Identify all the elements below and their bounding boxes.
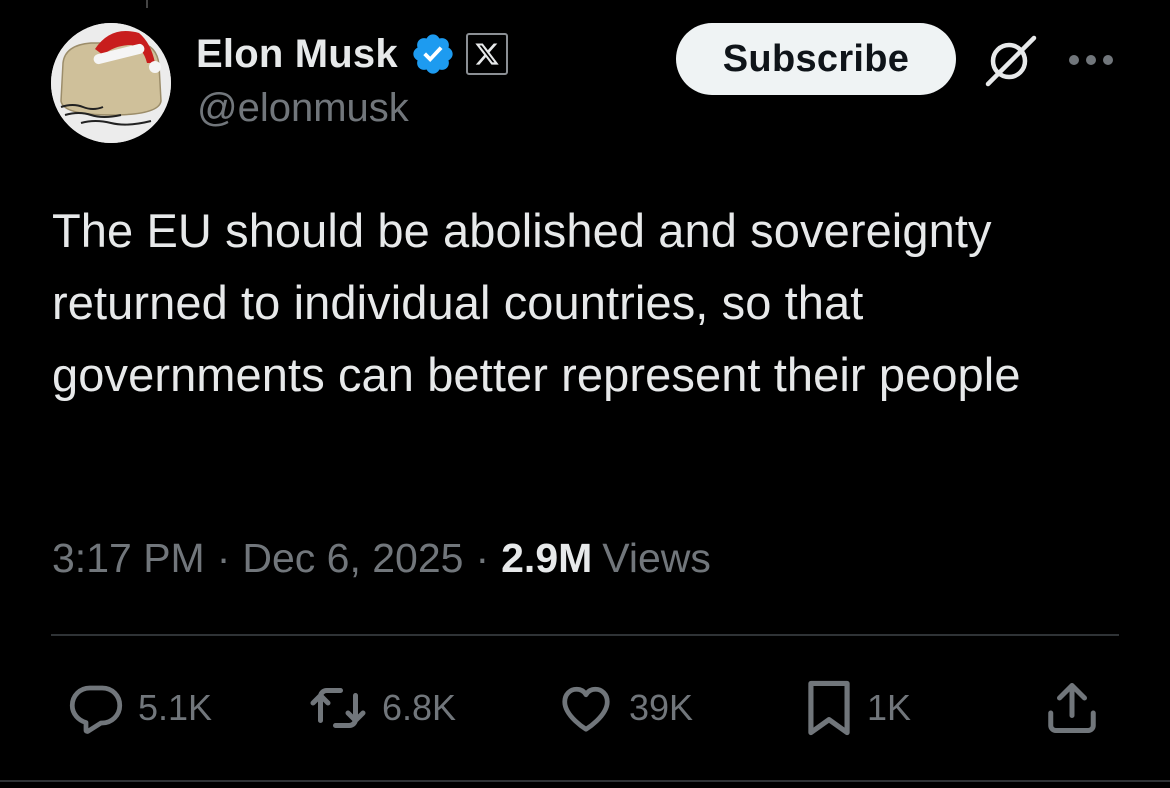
affiliation-badge[interactable]: [465, 33, 508, 75]
reply-button[interactable]: 5.1K: [66, 676, 212, 740]
subscribe-button[interactable]: Subscribe: [676, 23, 956, 95]
more-dots-icon: [1069, 55, 1113, 65]
share-icon: [1048, 683, 1096, 733]
bookmark-count: 1K: [867, 687, 912, 728]
views-label: Views: [602, 534, 711, 581]
grok-icon: [985, 35, 1037, 87]
reply-count: 5.1K: [138, 687, 213, 728]
avatar-image: [51, 23, 171, 143]
x-logo-icon: [475, 43, 499, 65]
grok-button[interactable]: [978, 30, 1040, 92]
top-edge-tick: [146, 0, 148, 8]
meta-separator: ·: [475, 534, 490, 581]
bookmark-icon: [808, 680, 850, 736]
tweet-date[interactable]: Dec 6, 2025: [242, 535, 463, 582]
verified-checkmark-icon[interactable]: [410, 31, 456, 77]
reply-icon: [69, 685, 123, 734]
divider: [51, 634, 1119, 636]
repost-button[interactable]: 6.8K: [306, 676, 456, 740]
author-name-row: Elon Musk: [196, 30, 508, 78]
avatar[interactable]: [51, 23, 171, 143]
bookmark-button[interactable]: 1K: [803, 676, 911, 740]
meta-separator: ·: [216, 534, 231, 581]
like-button[interactable]: 39K: [555, 676, 693, 740]
views-count[interactable]: 2.9M: [501, 535, 592, 582]
like-count: 39K: [629, 687, 694, 728]
author-display-name[interactable]: Elon Musk: [196, 32, 398, 77]
repost-count: 6.8K: [382, 687, 457, 728]
bottom-divider: [0, 780, 1170, 782]
author-handle[interactable]: @elonmusk: [197, 86, 409, 131]
tweet-meta: 3:17 PM · Dec 6, 2025 · 2.9M Views: [52, 530, 711, 586]
share-button[interactable]: [1042, 676, 1102, 740]
more-options-button[interactable]: [1066, 42, 1116, 78]
tweet-text: The EU should be abolished and sovereign…: [52, 204, 1021, 401]
repost-icon: [310, 688, 366, 728]
heart-icon: [562, 686, 610, 732]
tweet-time[interactable]: 3:17 PM: [52, 535, 205, 582]
